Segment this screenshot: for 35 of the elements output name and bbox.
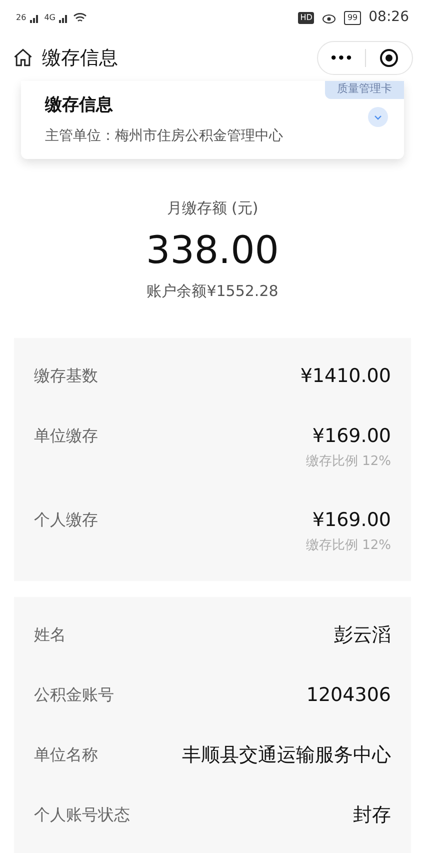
hd-badge: HD (298, 12, 314, 24)
signal-icon (59, 12, 70, 22)
row-value: ¥1410.00 (300, 364, 391, 388)
sim-label: 26 (16, 12, 26, 24)
row-value: 彭云滔 (334, 623, 391, 647)
row-value: 丰顺县交通运输服务中心 (182, 743, 391, 767)
row-value: 1204306 (306, 683, 391, 707)
expand-toggle[interactable] (368, 106, 388, 126)
wifi-icon (73, 12, 88, 23)
account-balance: 账户余额¥1552.28 (146, 280, 278, 302)
monthly-amount: 338.00 (146, 226, 279, 274)
network-label: 4G (44, 12, 56, 24)
row-label: 单位名称 (34, 744, 98, 766)
signal-icon (30, 12, 40, 22)
row-label: 公积金账号 (34, 684, 114, 706)
row-label: 姓名 (34, 624, 66, 646)
row-label: 个人账号状态 (34, 804, 130, 826)
card-title: 缴存信息 (45, 94, 114, 116)
home-icon[interactable] (12, 46, 34, 69)
battery-indicator: 99 (344, 10, 361, 24)
row-value: ¥169.00 (312, 508, 391, 532)
eye-icon (322, 12, 336, 24)
ratio-note: 缴存比例 12% (306, 536, 391, 554)
ratio-note: 缴存比例 12% (306, 453, 391, 471)
row-label: 单位缴存 (34, 425, 98, 447)
page-title: 缴存信息 (42, 46, 118, 70)
card-badge: 质量管理卡 (325, 80, 404, 98)
row-value: 封存 (353, 803, 391, 827)
monthly-label: 月缴存额 (元) (166, 198, 258, 219)
status-time: 08:26 (368, 8, 409, 27)
row-label: 缴存基数 (34, 365, 98, 387)
card-subtitle: 主管单位：梅州市住房公积金管理中心 (45, 127, 284, 146)
row-label: 个人缴存 (34, 508, 98, 530)
more-button[interactable]: ••• (318, 48, 364, 67)
row-value: ¥169.00 (312, 424, 391, 448)
